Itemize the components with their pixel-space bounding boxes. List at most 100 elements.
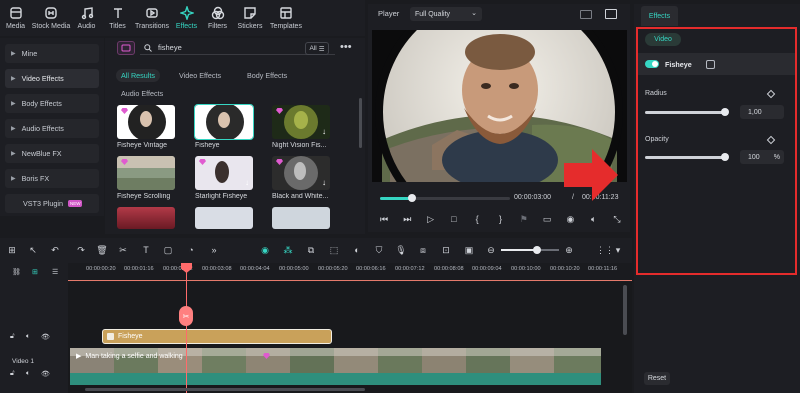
layout-grid-icon[interactable]: ⊞ <box>6 244 18 256</box>
toolbar-titles[interactable]: Titles <box>102 0 133 36</box>
radius-slider[interactable] <box>645 111 727 114</box>
effect-thumbnail-partial[interactable] <box>272 207 330 229</box>
track-manage-icon[interactable]: ☰ <box>52 268 58 276</box>
link-icon[interactable]: ⛓ <box>12 268 21 276</box>
track-add-icon[interactable]: ⊞ <box>32 268 38 276</box>
cut-icon[interactable]: ✂ <box>117 244 129 256</box>
select-tool-icon[interactable]: ↖ <box>27 244 39 256</box>
download-icon[interactable]: ↓ <box>322 178 326 188</box>
mute-icon[interactable]: 🔈︎ <box>26 333 30 341</box>
toolbar-templates[interactable]: Templates <box>267 0 305 36</box>
sidebar-item-audio-effects[interactable]: ▶ Audio Effects <box>5 119 99 138</box>
color-match-icon[interactable]: ◐ <box>351 244 363 256</box>
more-tools-icon[interactable]: » <box>208 244 220 256</box>
toolbar-transitions[interactable]: Transitions <box>133 0 171 36</box>
toolbar-stickers[interactable]: Stickers <box>233 0 267 36</box>
folder-button[interactable] <box>117 41 135 55</box>
undo-icon[interactable]: ↶ <box>49 244 61 256</box>
display-icon[interactable]: ▭ <box>541 214 553 225</box>
sidebar-item-vst3-plugin[interactable]: VST3 Plugin NEW <box>5 194 99 213</box>
tab-video[interactable]: Video <box>645 33 681 46</box>
timeline-vertical-scrollbar[interactable] <box>623 285 627 335</box>
speed-icon[interactable]: ◔ <box>185 244 197 256</box>
effect-card[interactable]: + Fisheye Vintage <box>117 105 175 149</box>
image-frame-icon[interactable]: ▣ <box>463 244 475 256</box>
marker-icon[interactable]: ⊡ <box>440 244 452 256</box>
split-scissors-icon[interactable]: ✂ <box>179 306 193 326</box>
zoom-out-icon[interactable]: ⊖ <box>485 244 497 256</box>
effect-toggle[interactable] <box>645 60 659 68</box>
radius-slider-knob[interactable] <box>721 108 729 116</box>
redo-icon[interactable]: ↷ <box>75 244 87 256</box>
volume-icon[interactable]: 🔈︎ <box>588 214 600 225</box>
snapshot-view-icon[interactable] <box>580 10 592 19</box>
category-audio-effects[interactable]: Audio Effects <box>121 87 163 100</box>
category-body-effects[interactable]: Body Effects <box>247 69 287 82</box>
image-icon[interactable] <box>605 9 617 19</box>
opacity-slider[interactable] <box>645 156 727 159</box>
filter-dropdown[interactable]: All ☰ <box>305 42 329 55</box>
sidebar-item-newblue-fx[interactable]: ▶ NewBlue FX <box>5 144 99 163</box>
sidebar-item-boris-fx[interactable]: ▶ Boris FX <box>5 169 99 188</box>
fullscreen-icon[interactable]: ⤡ <box>611 214 623 225</box>
quality-dropdown[interactable]: Full Quality ⌄ <box>410 7 482 21</box>
effect-card[interactable]: ↓ Night Vision Fis... <box>272 105 330 149</box>
delete-icon[interactable]: 🗑︎ <box>96 244 108 256</box>
eye-icon[interactable]: 👁︎ <box>41 333 50 341</box>
opacity-value-field[interactable]: 100 % <box>740 150 784 164</box>
ai-tool-icon[interactable]: ⬚ <box>328 244 340 256</box>
download-icon[interactable]: ↓ <box>245 178 249 188</box>
radius-value-field[interactable]: 1,00 <box>740 105 784 119</box>
timeline-horizontal-scrollbar[interactable] <box>85 388 365 391</box>
toolbar-media[interactable]: Media <box>0 0 31 36</box>
zoom-slider-knob[interactable] <box>533 246 541 254</box>
snap-icon[interactable]: ⁂ <box>282 244 294 256</box>
playhead[interactable] <box>186 263 187 393</box>
timeline-grid-icon[interactable]: ⋮⋮ <box>596 244 614 256</box>
effect-card-selected[interactable]: Fisheye <box>194 104 254 149</box>
opacity-slider-knob[interactable] <box>721 153 729 161</box>
chevron-down-icon[interactable]: ▾ <box>612 244 624 256</box>
effect-card[interactable]: ↓ Black and White... <box>272 156 330 200</box>
more-options-icon[interactable]: ••• <box>340 42 352 53</box>
toolbar-effects[interactable]: Effects <box>171 0 202 36</box>
toolbar-audio[interactable]: Audio <box>71 0 102 36</box>
voiceover-icon[interactable]: ⧈ <box>417 244 429 256</box>
effect-settings-icon[interactable] <box>705 59 715 69</box>
lock-icon[interactable]: 🔓︎ <box>10 333 15 341</box>
mark-in-icon[interactable]: { <box>471 214 483 224</box>
lock-icon[interactable]: 🔓︎ <box>10 370 15 378</box>
effect-thumbnail-partial[interactable] <box>195 207 253 229</box>
category-all-results[interactable]: All Results <box>116 69 160 82</box>
effect-thumbnail-partial[interactable] <box>117 207 175 229</box>
library-scrollbar[interactable] <box>359 98 362 148</box>
text-icon[interactable]: T <box>140 244 152 256</box>
effect-clip[interactable]: Fisheye <box>102 329 332 344</box>
download-icon[interactable]: ↓ <box>322 127 326 137</box>
playback-scrubber[interactable] <box>408 194 416 202</box>
auto-ripple-icon[interactable]: ⧉ <box>305 244 317 256</box>
reset-button[interactable]: Reset <box>644 372 670 385</box>
camera-icon[interactable]: ◉ <box>564 214 576 225</box>
sidebar-item-body-effects[interactable]: ▶ Body Effects <box>5 94 99 113</box>
zoom-in-icon[interactable]: ⊕ <box>563 244 575 256</box>
effect-card[interactable]: Fisheye Scrolling <box>117 156 175 200</box>
tab-effects[interactable]: Effects <box>641 6 678 26</box>
play-icon[interactable]: ▷ <box>425 214 437 225</box>
flag-icon[interactable]: ⚑ <box>518 214 530 225</box>
add-icon[interactable]: + <box>165 127 171 137</box>
crop-icon[interactable]: ▢ <box>162 244 174 256</box>
eye-icon[interactable]: 👁︎ <box>41 370 50 378</box>
toolbar-filters[interactable]: Filters <box>202 0 233 36</box>
microphone-icon[interactable]: 🎙︎ <box>395 244 407 256</box>
sidebar-item-mine[interactable]: ▶ Mine <box>5 44 99 63</box>
mark-out-icon[interactable]: } <box>494 214 506 224</box>
stop-icon[interactable]: □ <box>448 214 460 224</box>
sidebar-item-video-effects[interactable]: ▶ Video Effects <box>5 69 99 88</box>
render-icon[interactable]: ◉ <box>259 244 271 256</box>
next-frame-icon[interactable]: ⏭ <box>401 214 413 225</box>
effect-card[interactable]: ↓ Starlight Fisheye <box>195 156 253 200</box>
previous-frame-icon[interactable]: ⏮ <box>378 214 390 225</box>
category-video-effects[interactable]: Video Effects <box>179 69 221 82</box>
shield-icon[interactable]: ⛉ <box>373 244 385 256</box>
